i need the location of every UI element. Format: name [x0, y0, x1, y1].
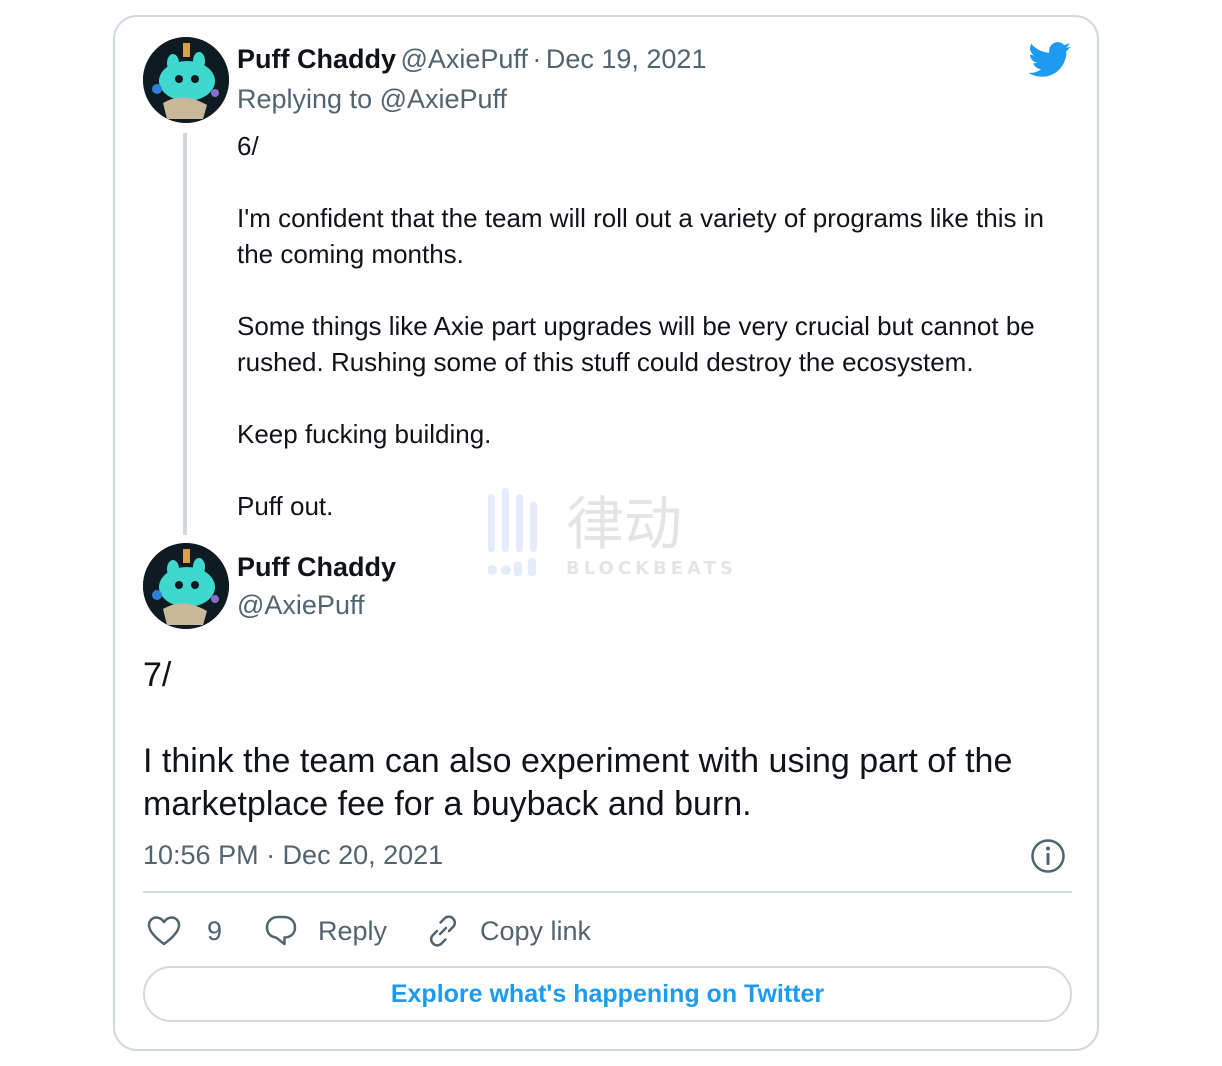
blockbeats-watermark: 律动 BLOCKBEATS	[487, 488, 738, 585]
explore-twitter-button[interactable]: Explore what's happening on Twitter	[143, 966, 1072, 1022]
paragraph: I think the team can also experiment wit…	[143, 742, 1013, 823]
paragraph: Some things like Axie part upgrades will…	[237, 311, 1035, 377]
thread-line	[183, 133, 187, 535]
paragraph: Keep fucking building.	[237, 419, 492, 449]
copy-link-button[interactable]: Copy link	[426, 908, 591, 954]
heart-icon	[147, 916, 181, 946]
reply-button[interactable]: Reply	[264, 908, 387, 954]
watermark-text-en: BLOCKBEATS	[566, 558, 737, 579]
like-count: 9	[207, 915, 223, 946]
tweet-body: 7/ I think the team can also experiment …	[143, 654, 1073, 826]
explore-label: Explore what's happening on Twitter	[390, 979, 825, 1008]
paragraph: 7/	[143, 656, 172, 694]
tweet-body: 6/ I'm confident that the team will roll…	[237, 128, 1077, 524]
avatar-image	[143, 543, 229, 629]
tweet-timestamp[interactable]: 10:56 PM · Dec 20, 2021	[143, 840, 443, 871]
like-button[interactable]: 9	[147, 908, 222, 954]
author-handle[interactable]: @AxiePuff	[237, 590, 364, 621]
tweet-date[interactable]: Dec 19, 2021	[546, 44, 707, 74]
avatar-image	[143, 37, 229, 123]
author-name[interactable]: Puff Chaddy	[237, 552, 396, 583]
author-handle[interactable]: @AxiePuff	[400, 44, 527, 74]
paragraph: I'm confident that the team will roll ou…	[237, 203, 1044, 269]
copy-link-label: Copy link	[480, 915, 592, 946]
reply-label: Reply	[318, 915, 388, 946]
link-icon	[429, 915, 457, 947]
info-icon[interactable]	[1030, 838, 1066, 874]
avatar[interactable]	[143, 543, 229, 629]
paragraph: 6/	[237, 131, 259, 161]
separator: ·	[532, 44, 542, 74]
blockbeats-logo-icon: 律动 BLOCKBEATS	[487, 488, 737, 579]
tweet-header: Puff Chaddy @AxiePuff · Dec 19, 2021	[237, 44, 706, 75]
speech-bubble-icon	[265, 915, 297, 946]
replying-to[interactable]: Replying to @AxiePuff	[237, 84, 507, 115]
divider	[143, 891, 1072, 893]
watermark-text-cn: 律动	[566, 490, 682, 558]
twitter-bird-icon[interactable]	[1028, 42, 1072, 78]
author-name[interactable]: Puff Chaddy	[237, 44, 396, 74]
avatar[interactable]	[143, 37, 229, 123]
